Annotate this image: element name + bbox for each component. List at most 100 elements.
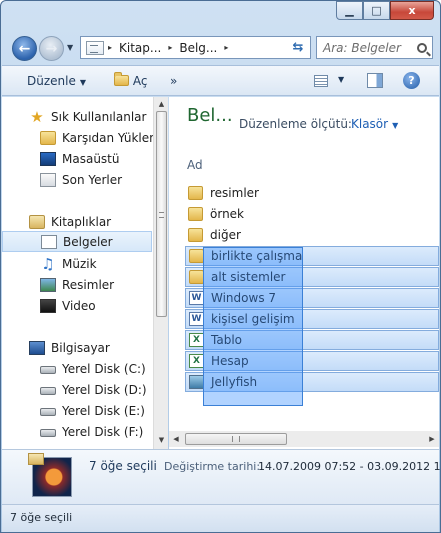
image-file-icon bbox=[189, 375, 204, 389]
grip-icon bbox=[232, 436, 240, 442]
minimize-button[interactable]: ▁ bbox=[336, 1, 363, 20]
scroll-up-arrow-icon[interactable]: ▲ bbox=[154, 97, 169, 111]
change-view-button[interactable] bbox=[314, 75, 328, 87]
search-box[interactable]: Ara: Belgeler bbox=[316, 36, 433, 59]
breadcrumb-libraries[interactable]: Kitap... bbox=[116, 41, 164, 55]
nav-item-documents[interactable]: Belgeler bbox=[2, 231, 152, 252]
file-name: resimler bbox=[210, 186, 259, 200]
modified-date-label: Değiştirme tarihi: bbox=[164, 460, 261, 473]
forward-arrow-icon: → bbox=[45, 40, 58, 57]
caption-buttons: ▁ □ x bbox=[336, 1, 434, 21]
documents-icon bbox=[41, 234, 57, 249]
folder-icon bbox=[188, 207, 203, 221]
nav-label: Yerel Disk (F:) bbox=[62, 424, 144, 439]
refresh-icon: ⇆ bbox=[292, 40, 304, 55]
nav-item-disk-e[interactable]: Yerel Disk (E:) bbox=[2, 400, 152, 421]
more-commands-button[interactable]: » bbox=[170, 74, 177, 88]
nav-item-disk-d[interactable]: Yerel Disk (D:) bbox=[2, 379, 152, 400]
list-item[interactable]: diğer bbox=[185, 225, 439, 245]
nav-label: Karşıdan Yüklem bbox=[62, 130, 161, 145]
search-icon bbox=[417, 42, 427, 53]
nav-item-desktop[interactable]: Masaüstü bbox=[2, 148, 152, 169]
file-name: örnek bbox=[210, 207, 245, 221]
open-label: Aç bbox=[132, 74, 148, 88]
nav-item-pictures[interactable]: Resimler bbox=[2, 274, 152, 295]
breadcrumb-separator[interactable]: ▸ bbox=[104, 43, 116, 52]
selection-rectangle bbox=[203, 247, 303, 406]
breadcrumb-separator[interactable]: ▸ bbox=[164, 43, 176, 52]
maximize-button[interactable]: □ bbox=[363, 1, 390, 20]
word-doc-icon: W bbox=[189, 312, 204, 326]
nav-label: Belgeler bbox=[63, 234, 113, 249]
status-text: 7 öğe seçili bbox=[10, 511, 73, 524]
excel-sheet-icon: X bbox=[189, 333, 204, 347]
nav-label: Bilgisayar bbox=[51, 340, 110, 355]
recent-places-icon bbox=[40, 172, 56, 187]
hard-disk-icon bbox=[40, 429, 56, 437]
back-button[interactable]: ← bbox=[12, 36, 37, 61]
column-header-name[interactable]: Ad bbox=[187, 158, 203, 172]
details-pane: 7 öğe seçili Değiştirme tarihi: 14.07.20… bbox=[2, 449, 441, 504]
open-button[interactable]: Aç bbox=[114, 72, 148, 88]
arrange-by-dropdown[interactable]: Klasör ▼ bbox=[351, 117, 398, 131]
chevron-down-icon: ▼ bbox=[392, 121, 399, 130]
file-name: diğer bbox=[210, 228, 241, 242]
nav-item-videos[interactable]: Video bbox=[2, 295, 152, 316]
selection-thumbnail bbox=[28, 453, 72, 497]
nav-item-disk-c[interactable]: Yerel Disk (C:) bbox=[2, 358, 152, 379]
open-folder-icon bbox=[114, 72, 129, 86]
arrange-by-label: Düzenleme ölçütü: bbox=[239, 117, 352, 131]
downloads-folder-icon bbox=[40, 130, 56, 145]
excel-sheet-icon: X bbox=[189, 354, 204, 368]
desktop-icon bbox=[40, 151, 56, 166]
scroll-right-arrow-icon[interactable]: ▶ bbox=[425, 431, 439, 447]
nav-pane-scrollbar[interactable]: ▲ ▼ bbox=[153, 97, 168, 449]
nav-favorites[interactable]: ★ Sık Kullanılanlar bbox=[2, 106, 152, 127]
navigation-pane: ★ Sık Kullanılanlar Karşıdan Yüklem Masa… bbox=[2, 97, 168, 449]
scroll-left-arrow-icon[interactable]: ◀ bbox=[169, 431, 183, 447]
nav-item-downloads[interactable]: Karşıdan Yüklem bbox=[2, 127, 161, 148]
library-title: Bel... bbox=[187, 105, 233, 126]
scroll-thumb[interactable] bbox=[185, 433, 287, 445]
nav-label: Kitaplıklar bbox=[51, 214, 112, 229]
recent-pages-dropdown[interactable]: ▼ bbox=[67, 43, 73, 52]
chevron-down-icon: ▼ bbox=[79, 78, 87, 87]
modified-date-value: 14.07.2009 07:52 - 03.09.2012 1... bbox=[258, 460, 441, 473]
nav-label: Müzik bbox=[62, 256, 97, 271]
hard-disk-icon bbox=[40, 366, 56, 374]
scroll-down-arrow-icon[interactable]: ▼ bbox=[154, 433, 169, 447]
list-item[interactable]: örnek bbox=[185, 204, 439, 224]
preview-pane-button[interactable] bbox=[367, 73, 383, 88]
view-options-dropdown[interactable]: ▼ bbox=[338, 75, 344, 84]
refresh-button[interactable]: ⇆ bbox=[286, 36, 310, 59]
list-item[interactable]: resimler bbox=[185, 183, 439, 203]
explorer-window: ▁ □ x ← → ▼ ▸ Kitap... ▸ Belg... ▸ ⇆ Ara… bbox=[0, 0, 441, 533]
nav-label: Yerel Disk (C:) bbox=[62, 361, 146, 376]
hard-disk-icon bbox=[40, 408, 56, 416]
nav-item-recent-places[interactable]: Son Yerler bbox=[2, 169, 152, 190]
file-list-scrollbar[interactable]: ◀ ▶ bbox=[169, 431, 439, 447]
nav-libraries[interactable]: Kitaplıklar bbox=[2, 211, 152, 232]
word-doc-icon: W bbox=[189, 291, 204, 305]
nav-item-disk-f[interactable]: Yerel Disk (F:) bbox=[2, 421, 152, 442]
breadcrumb-separator[interactable]: ▸ bbox=[220, 43, 232, 52]
nav-label: Video bbox=[62, 298, 96, 313]
search-placeholder: Ara: Belgeler bbox=[323, 40, 401, 55]
nav-item-music[interactable]: ♫ Müzik bbox=[2, 253, 152, 274]
forward-button[interactable]: → bbox=[39, 36, 64, 61]
breadcrumb-documents[interactable]: Belg... bbox=[176, 41, 220, 55]
back-arrow-icon: ← bbox=[18, 40, 31, 57]
scroll-thumb[interactable] bbox=[156, 111, 167, 317]
close-button[interactable]: x bbox=[390, 1, 434, 20]
computer-icon bbox=[29, 340, 45, 355]
grip-icon bbox=[159, 212, 164, 218]
command-bar: Düzenle ▼ Aç » ▼ ? bbox=[2, 65, 439, 96]
video-icon bbox=[40, 298, 56, 313]
nav-computer[interactable]: Bilgisayar bbox=[2, 337, 152, 358]
help-button[interactable]: ? bbox=[403, 72, 420, 89]
nav-label: Yerel Disk (D:) bbox=[62, 382, 147, 397]
address-bar[interactable]: ▸ Kitap... ▸ Belg... ▸ bbox=[80, 36, 311, 59]
organize-button[interactable]: Düzenle ▼ bbox=[27, 74, 86, 88]
nav-label: Sık Kullanılanlar bbox=[51, 109, 147, 124]
folder-icon bbox=[188, 186, 203, 200]
